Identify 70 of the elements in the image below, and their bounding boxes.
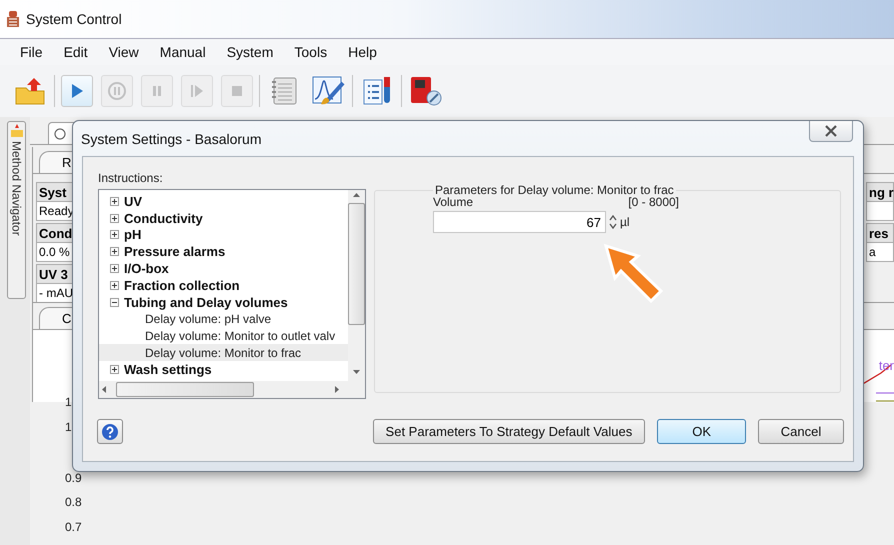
close-icon (824, 125, 838, 137)
side-tab[interactable]: Method Navigator (7, 121, 26, 299)
menu-item[interactable]: File (20, 44, 43, 60)
axis-tick-label: 1 (65, 395, 72, 409)
range-label: [0 - 8000] (628, 195, 679, 209)
menu-item[interactable]: Tools (294, 44, 328, 60)
checklist-tube-icon (361, 75, 393, 107)
volume-field[interactable]: 67 (433, 211, 606, 233)
dialog-button[interactable]: OK (657, 419, 746, 444)
scroll-thumb[interactable] (116, 382, 254, 397)
menu-item[interactable]: Manual (160, 44, 206, 60)
expand-icon[interactable] (110, 196, 119, 206)
menu-item[interactable]: Help (348, 44, 377, 60)
expand-icon[interactable] (110, 264, 119, 274)
expand-icon[interactable] (110, 214, 119, 223)
help-icon (101, 422, 119, 440)
dialog-button[interactable]: Cancel (758, 419, 844, 444)
menu-item[interactable]: View (108, 44, 139, 60)
pause-circle-icon (107, 81, 127, 101)
app-icon (6, 10, 20, 28)
readout-value (866, 202, 894, 221)
folder-star-icon (10, 124, 24, 138)
axis-tick-label: 0.9 (65, 471, 82, 485)
notebook-icon (269, 76, 299, 106)
help-button[interactable] (97, 419, 123, 444)
chart-brush-icon (311, 75, 345, 107)
vertical-scrollbar[interactable] (348, 190, 365, 381)
close-button[interactable] (809, 121, 853, 142)
axis-tick-label: 0.8 (65, 495, 82, 509)
expand-icon[interactable] (110, 247, 119, 256)
trace-lines-drawing (876, 392, 894, 402)
legend-label: ter (878, 358, 894, 373)
dialog-title: System Settings - Basalorum (81, 131, 262, 147)
tree-item[interactable]: Delay volume: pH valve (99, 310, 348, 328)
collapse-icon[interactable] (110, 298, 119, 307)
instructions-tree[interactable]: UV Conductivity pH Pressure alarms I/O-box Fraction collection Tubing and Delay volumes Delay volume: pH valve Delay volume: Monitor to outlet valv Delay volume: Monitor to frac Wash settings (98, 189, 366, 399)
step-forward-icon (189, 84, 205, 98)
scroll-right-icon (335, 386, 340, 393)
play-icon (70, 83, 84, 99)
expand-icon[interactable] (110, 230, 119, 240)
tree-item[interactable]: Delay volume: Monitor to frac (99, 344, 348, 361)
toolbar-button[interactable] (310, 75, 346, 107)
expand-icon[interactable] (110, 280, 119, 290)
menu-item[interactable]: Edit (64, 44, 88, 60)
group-legend: Parameters for Delay volume: Monitor to frac (433, 183, 676, 197)
unit-label: µl (620, 215, 630, 229)
circle-icon (54, 128, 66, 140)
tree-item[interactable]: Wash settings (99, 360, 348, 378)
toolbar-button[interactable] (408, 75, 444, 107)
scroll-up-icon (353, 192, 360, 197)
readout-heading: res (866, 223, 894, 243)
axis-tick-label: 0.7 (65, 520, 82, 534)
pause-icon (150, 84, 164, 98)
readout-value: a (866, 243, 894, 262)
axis-tick-label: 1 (65, 420, 72, 434)
tree-item[interactable]: Delay volume: Monitor to outlet valv (99, 327, 348, 344)
field-label: Volume (433, 195, 474, 209)
menu-item[interactable]: System (226, 44, 274, 60)
folder-upload-icon (14, 76, 46, 106)
readout-heading: ng r (866, 182, 894, 202)
dialog-button[interactable]: Set Parameters To Strategy Default Values (372, 419, 646, 444)
scroll-thumb[interactable] (348, 203, 365, 325)
expand-icon[interactable] (110, 364, 119, 374)
stop-icon (230, 84, 244, 98)
scroll-left-icon (101, 386, 106, 393)
instrument-plug-icon (409, 75, 443, 107)
scroll-down-icon (353, 370, 360, 375)
window-title: System Control (26, 11, 122, 27)
horizontal-scrollbar[interactable] (99, 381, 348, 398)
instructions-label: Instructions: (98, 171, 164, 185)
